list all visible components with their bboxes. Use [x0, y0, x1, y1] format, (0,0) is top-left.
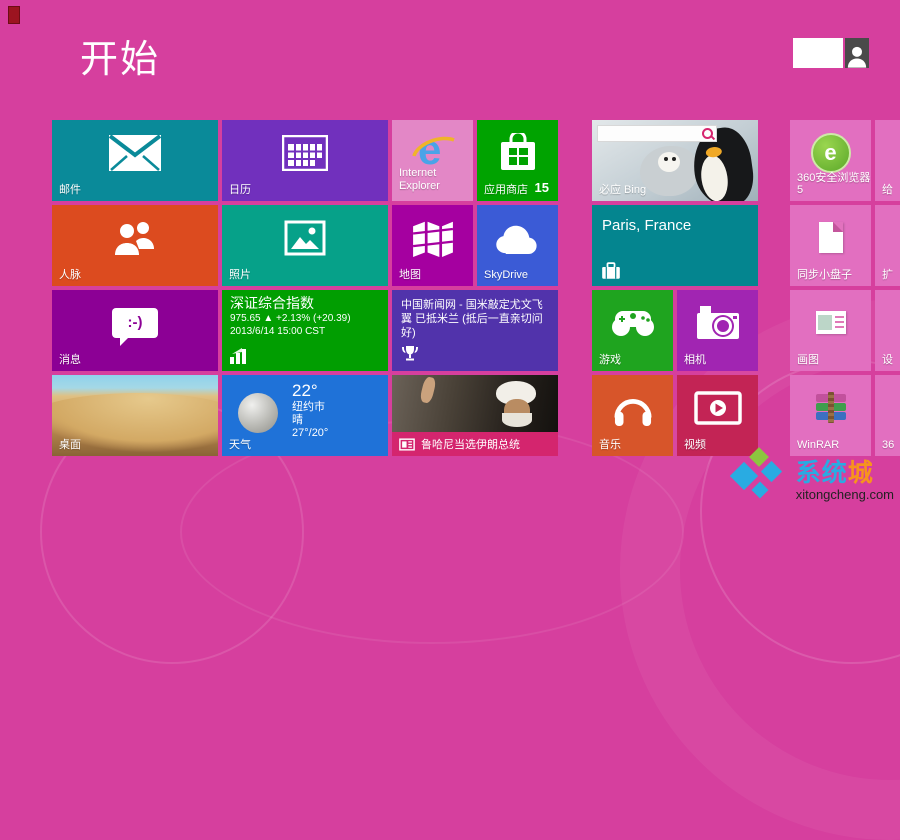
tile-maps[interactable]: 地图: [392, 205, 473, 286]
document-icon: [790, 209, 871, 266]
tile-winrar[interactable]: WinRAR: [790, 375, 871, 456]
news-photo: [419, 376, 437, 404]
finance-quote: 975.65 ▲ +2.13% (+20.39): [230, 312, 380, 325]
tile-label: 相机: [684, 354, 706, 366]
store-update-count: 15: [535, 180, 549, 195]
start-title: 开始: [80, 28, 160, 83]
tile-news[interactable]: 鲁哈尼当选伊朗总统: [392, 375, 558, 456]
travel-destination: Paris, France: [602, 217, 691, 234]
tile-desktop[interactable]: 桌面: [52, 375, 218, 456]
sports-headline: 中国新闻网 - 国米敲定尤文飞翼 已抵米兰 (抵后一直亲切问好): [392, 290, 558, 348]
tile-label: 视频: [684, 439, 706, 451]
suitcase-icon: [601, 262, 621, 279]
tile-paint[interactable]: 画图: [790, 290, 871, 371]
tile-label: 邮件: [59, 184, 81, 196]
penguin-chick-photo: [640, 146, 698, 196]
tile-label: 游戏: [599, 354, 621, 366]
tile-label: 画图: [797, 354, 819, 366]
person-icon: [847, 44, 867, 68]
chart-icon: [230, 348, 250, 364]
tile-sports[interactable]: 中国新闻网 - 国米敲定尤文飞翼 已抵米兰 (抵后一直亲切问好): [392, 290, 558, 371]
tile-label: 给: [882, 184, 893, 196]
tile-label: 桌面: [59, 439, 81, 451]
finance-index-name: 深证综合指数: [230, 297, 380, 310]
tile-label: 消息: [59, 354, 81, 366]
tile-people[interactable]: 人脉: [52, 205, 218, 286]
video-play-icon: [677, 379, 758, 436]
tile-weather[interactable]: 22° 纽约市 晴 27°/20° 天气: [222, 375, 388, 456]
tile-camera[interactable]: 相机: [677, 290, 758, 371]
tile-360-browser[interactable]: e 360安全浏览器5: [790, 120, 871, 201]
winrar-icon: [790, 379, 871, 436]
tile-sync-helper[interactable]: 同步小盘子: [790, 205, 871, 286]
tile-photos[interactable]: 照片: [222, 205, 388, 286]
corner-artifact: [8, 6, 20, 24]
photos-icon: [222, 209, 388, 266]
finance-timestamp: 2013/6/14 15:00 CST: [230, 325, 380, 338]
tile-label: Internet Explorer: [399, 167, 473, 193]
tile-label: 人脉: [59, 269, 81, 281]
news-photo: [502, 413, 532, 427]
skydrive-cloud-icon: [477, 209, 558, 266]
tile-internet-explorer[interactable]: e Internet Explorer: [392, 120, 473, 201]
mail-icon: [52, 124, 218, 181]
internet-explorer-icon: e: [392, 124, 473, 173]
tile-bing[interactable]: 必应 Bing: [592, 120, 758, 201]
tile-label: 音乐: [599, 439, 621, 451]
news-caption: 鲁哈尼当选伊朗总统: [421, 436, 520, 452]
xitongcheng-logo: [732, 450, 788, 502]
tile-label: 同步小盘子: [797, 269, 852, 281]
tile-finance[interactable]: 深证综合指数 975.65 ▲ +2.13% (+20.39) 2013/6/1…: [222, 290, 388, 371]
games-controller-icon: [592, 294, 673, 351]
tile-partial-1[interactable]: 给: [875, 120, 900, 201]
svg-text:e: e: [418, 128, 441, 170]
tile-travel[interactable]: Paris, France: [592, 205, 758, 286]
tile-video[interactable]: 视频: [677, 375, 758, 456]
newspaper-icon: [399, 438, 415, 451]
search-icon: [702, 128, 713, 139]
calendar-icon: [222, 124, 388, 181]
tile-music[interactable]: 音乐: [592, 375, 673, 456]
weather-city: 纽约市: [292, 401, 328, 414]
watermark-brand: 系统: [796, 459, 848, 487]
tile-label: 照片: [229, 269, 251, 281]
tile-calendar[interactable]: 日历: [222, 120, 388, 201]
user-avatar[interactable]: [845, 38, 869, 68]
tile-partial-3[interactable]: 设: [875, 290, 900, 371]
tile-label: 必应 Bing: [599, 184, 646, 196]
camera-icon: [677, 294, 758, 351]
tile-label: 360安全浏览器5: [797, 172, 871, 196]
tile-mail[interactable]: 邮件: [52, 120, 218, 201]
tile-messaging[interactable]: :-) 消息: [52, 290, 218, 371]
store-icon: [477, 124, 558, 181]
tile-partial-2[interactable]: 扩: [875, 205, 900, 286]
messaging-icon: :-): [52, 294, 218, 351]
people-icon: [52, 209, 218, 266]
tile-label: 应用商店: [484, 184, 528, 196]
tile-label: 扩: [882, 269, 893, 281]
tile-store[interactable]: 应用商店 15: [477, 120, 558, 201]
tile-games[interactable]: 游戏: [592, 290, 673, 371]
tile-label: SkyDrive: [484, 269, 528, 281]
tile-label: 设: [882, 354, 893, 366]
user-name-box[interactable]: [793, 38, 843, 68]
window-app-icon: [790, 294, 871, 351]
headphones-icon: [592, 379, 673, 436]
bing-search-bar: [597, 125, 717, 142]
trophy-icon: [401, 345, 419, 363]
maps-icon: [392, 209, 473, 266]
tile-label: 地图: [399, 269, 421, 281]
weather-condition: 晴: [292, 414, 328, 427]
weather-temperature: 22°: [292, 381, 328, 401]
tile-skydrive[interactable]: SkyDrive: [477, 205, 558, 286]
tile-partial-4[interactable]: 36: [875, 375, 900, 456]
watermark-domain: xitongcheng.com: [796, 487, 894, 502]
site-watermark: 系统城 xitongcheng.com: [732, 450, 894, 502]
tile-label: 天气: [229, 439, 251, 451]
weather-high-low: 27°/20°: [292, 427, 328, 440]
tile-label: 日历: [229, 184, 251, 196]
moon-icon: [238, 393, 278, 433]
